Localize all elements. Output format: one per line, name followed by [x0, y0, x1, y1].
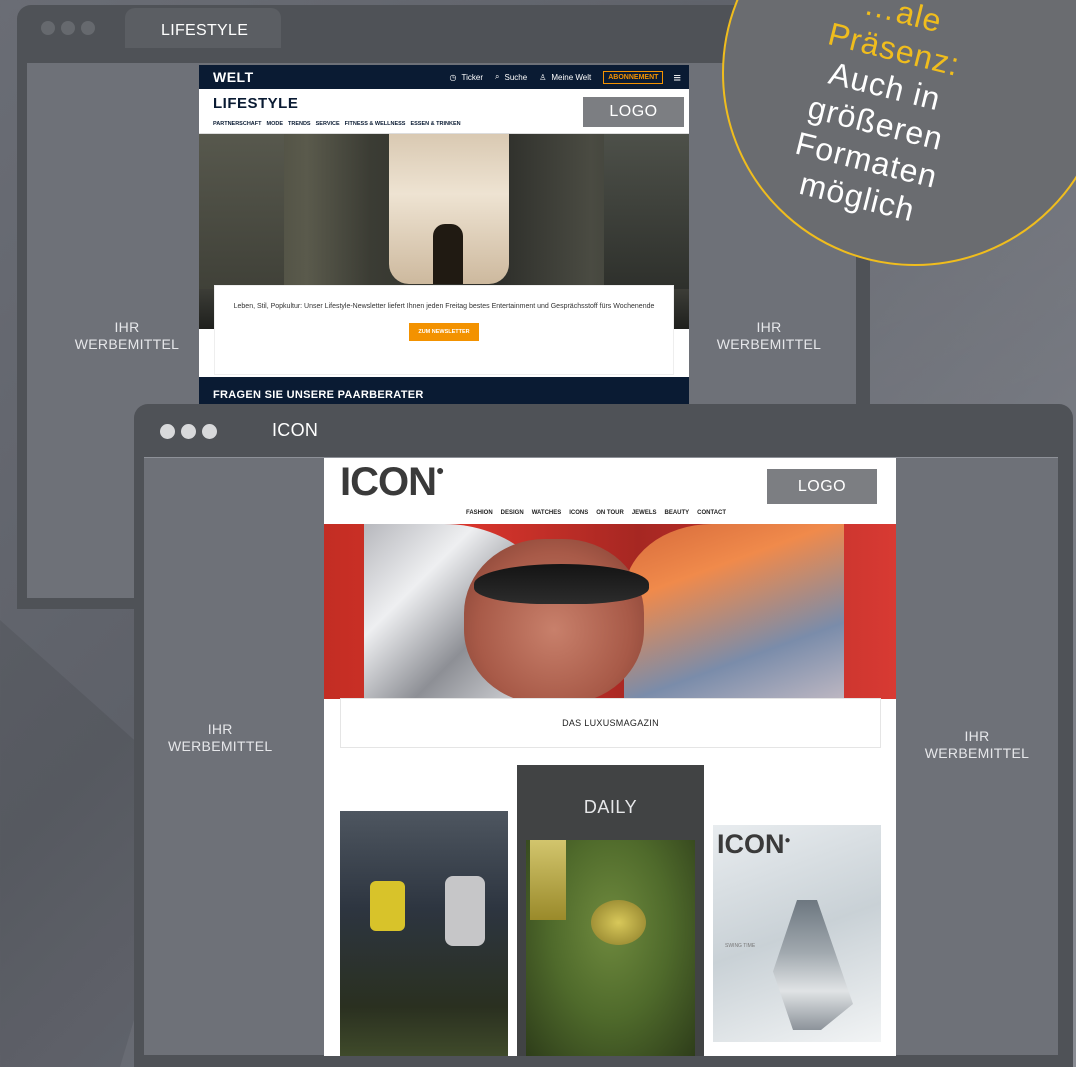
icon-logo-text: ICON	[340, 460, 437, 504]
tab-lifestyle[interactable]: LIFESTYLE	[125, 8, 281, 48]
welt-navbar: WELT ◷ Ticker ⌕ Suche ♙ Meine Welt ABONN…	[199, 65, 689, 89]
ad-placeholder-left: IHR WERBEMITTEL	[57, 319, 197, 353]
ad-label-line: WERBEMITTEL	[716, 336, 822, 352]
category-link[interactable]: ESSEN & TRINKEN	[410, 121, 460, 127]
search-icon: ⌕	[495, 72, 500, 81]
minimize-dot[interactable]	[181, 424, 196, 439]
nav-link[interactable]: WATCHES	[532, 510, 562, 516]
nav-link[interactable]: CONTACT	[697, 510, 726, 516]
nav-link[interactable]: ON TOUR	[596, 510, 624, 516]
ticker-icon: ◷	[449, 72, 457, 82]
ad-label-line: WERBEMITTEL	[74, 336, 180, 352]
search-label: Suche	[504, 72, 528, 82]
tab-bar: ICON	[134, 404, 1073, 447]
daily-label: DAILY	[583, 797, 638, 817]
tab-icon[interactable]: ICON	[252, 414, 392, 452]
icon-magazine-page: ICON● LOGO FASHION DESIGN WATCHES ICONS …	[324, 458, 896, 1056]
category-link[interactable]: FITNESS & WELLNESS	[345, 121, 406, 127]
nav-link[interactable]: BEAUTY	[665, 510, 690, 516]
ad-label-line: IHR	[756, 319, 782, 335]
hero-image-part	[433, 224, 463, 284]
thumbnail-part	[530, 840, 566, 920]
cover-tagline: SWING TIME	[725, 943, 756, 949]
logo-dot: ●	[436, 462, 445, 478]
menu-icon[interactable]: ≡	[673, 70, 681, 85]
window-controls	[41, 21, 95, 35]
thumbnail-part	[370, 881, 405, 931]
close-dot[interactable]	[41, 21, 55, 35]
ad-placeholder-left: IHR WERBEMITTEL	[168, 721, 272, 755]
ticker-label: Ticker	[461, 72, 484, 82]
search-link[interactable]: ⌕ Suche	[495, 72, 527, 82]
logo-placeholder: LOGO	[583, 97, 684, 127]
welt-section-header: LIFESTYLE PARTNERSCHAFT MODE TRENDS SERV…	[199, 89, 689, 134]
magazine-cover[interactable]: ICON● SWING TIME	[713, 825, 881, 1042]
ad-label-line: WERBEMITTEL	[168, 738, 273, 754]
minimize-dot[interactable]	[61, 21, 75, 35]
promo-badge: …ale Präsenz: Auch in größeren Formaten …	[722, 0, 1076, 266]
hero-image-part	[474, 564, 649, 604]
article-thumbnail[interactable]	[526, 840, 695, 1056]
nav-link[interactable]: JEWELS	[632, 510, 657, 516]
hero-image	[324, 524, 896, 699]
maximize-dot[interactable]	[81, 21, 95, 35]
subscribe-button[interactable]: ABONNEMENT	[603, 70, 664, 84]
ad-label-line: IHR	[114, 319, 140, 335]
maximize-dot[interactable]	[202, 424, 217, 439]
logo-dot: ●	[784, 835, 791, 846]
nav-link[interactable]: DESIGN	[501, 510, 524, 516]
hero-image-part	[464, 539, 644, 699]
category-nav: PARTNERSCHAFT MODE TRENDS SERVICE FITNES…	[213, 121, 461, 127]
ad-label-line: IHR	[207, 721, 233, 737]
ticker-link[interactable]: ◷ Ticker	[450, 73, 483, 82]
category-link[interactable]: MODE	[266, 121, 283, 127]
ad-label-line: WERBEMITTEL	[924, 745, 1030, 761]
category-link[interactable]: PARTNERSCHAFT	[213, 121, 261, 127]
nav-link[interactable]: FASHION	[466, 510, 493, 516]
newsletter-button[interactable]: ZUM NEWSLETTER	[409, 323, 479, 341]
ad-placeholder-right: IHR WERBEMITTEL	[699, 319, 839, 353]
nav-link[interactable]: ICONS	[569, 510, 588, 516]
account-link[interactable]: ♙ Meine Welt	[539, 73, 591, 82]
cover-figure	[773, 900, 853, 1030]
category-link[interactable]: TRENDS	[288, 121, 311, 127]
newsletter-card: Leben, Stil, Popkultur: Unser Lifestyle-…	[214, 285, 674, 375]
user-icon: ♙	[539, 72, 547, 82]
hero-caption: DAS LUXUSMAGAZIN	[340, 698, 881, 748]
main-nav: FASHION DESIGN WATCHES ICONS ON TOUR JEW…	[466, 510, 726, 516]
thumbnail-part	[445, 876, 485, 946]
icon-logo[interactable]: ICON●	[340, 460, 445, 505]
welt-lifestyle-page: WELT ◷ Ticker ⌕ Suche ♙ Meine Welt ABONN…	[199, 65, 689, 410]
icon-browser-window: ICON IHR WERBEMITTEL IHR WERBEMITTEL ICO…	[134, 404, 1073, 1067]
logo-placeholder: LOGO	[767, 469, 877, 504]
close-dot[interactable]	[160, 424, 175, 439]
article-thumbnail[interactable]	[340, 811, 508, 1056]
page-title: LIFESTYLE	[213, 95, 299, 112]
account-label: Meine Welt	[551, 72, 592, 82]
welt-logo[interactable]: WELT	[213, 69, 254, 85]
category-link[interactable]: SERVICE	[316, 121, 340, 127]
newsletter-text: Leben, Stil, Popkultur: Unser Lifestyle-…	[233, 303, 655, 310]
cover-logo-text: ICON	[717, 829, 785, 859]
ad-label-line: IHR	[964, 728, 990, 744]
thumbnail-part	[591, 900, 646, 945]
window-controls	[160, 424, 217, 439]
ad-placeholder-right: IHR WERBEMITTEL	[907, 728, 1047, 762]
browser-viewport: IHR WERBEMITTEL IHR WERBEMITTEL ICON● LO…	[144, 457, 1058, 1056]
hero-image-part	[624, 524, 844, 699]
cover-logo: ICON●	[717, 829, 791, 860]
